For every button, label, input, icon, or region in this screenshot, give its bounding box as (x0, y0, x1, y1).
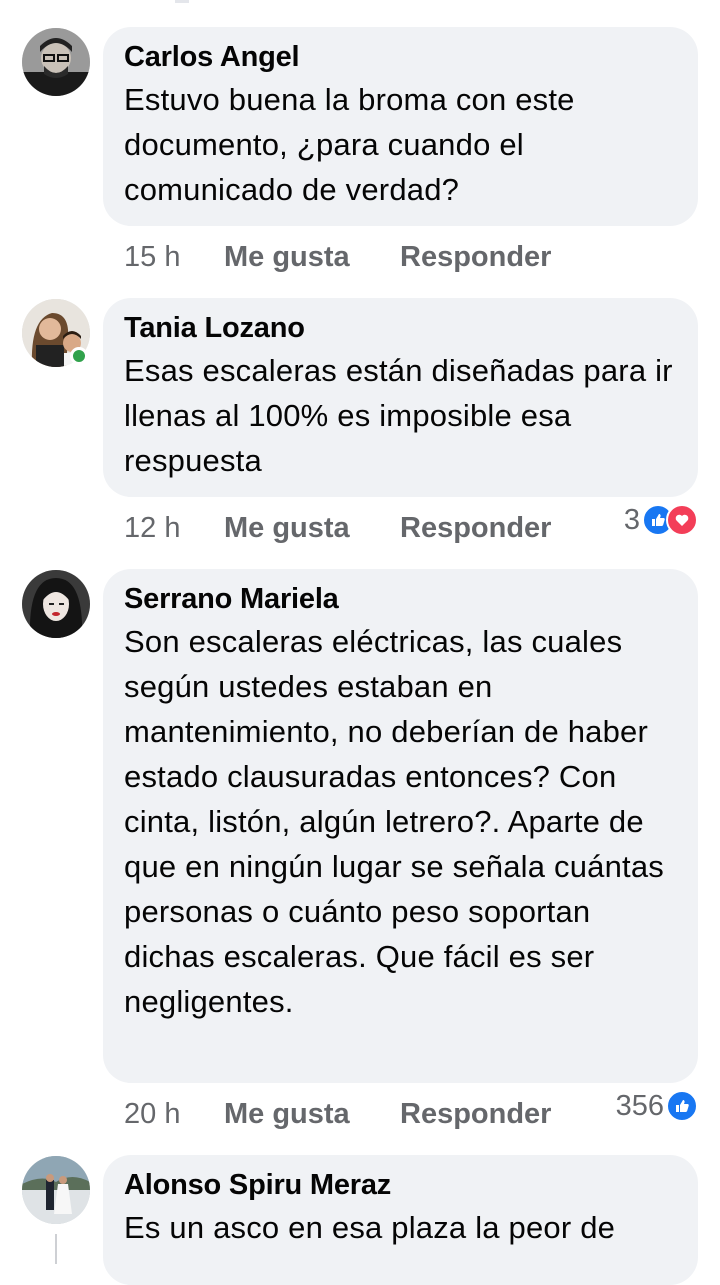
thread-connector-line (55, 1234, 57, 1264)
comment-bubble[interactable]: Carlos Angel Estuvo buena la broma con e… (103, 27, 698, 226)
scroll-indicator (175, 0, 189, 3)
like-button[interactable]: Me gusta (224, 1094, 350, 1134)
comment-time[interactable]: 15 h (124, 237, 180, 277)
avatar-image (22, 28, 90, 96)
love-icon (666, 504, 698, 536)
reaction-count: 356 (615, 1090, 664, 1122)
reaction-count: 3 (623, 504, 640, 536)
avatar-image (22, 570, 90, 638)
reply-button[interactable]: Responder (400, 237, 551, 277)
comment-text: Esas escaleras están diseñadas para ir l… (124, 353, 673, 478)
comment-author[interactable]: Serrano Mariela (124, 581, 676, 617)
comment-bubble[interactable]: Alonso Spiru Meraz Es un asco en esa pla… (103, 1155, 698, 1285)
comment-author[interactable]: Carlos Angel (124, 39, 676, 75)
comment-actions: 20 h Me gusta Responder 356 (124, 1090, 704, 1134)
comment-text: Es un asco en esa plaza la peor de (124, 1210, 616, 1245)
comment-bubble[interactable]: Serrano Mariela Son escaleras eléctricas… (103, 569, 698, 1083)
comment-text: Son escaleras eléctricas, las cuales seg… (124, 624, 664, 1019)
reaction-summary[interactable]: 356 (616, 1086, 698, 1126)
online-status-indicator (70, 347, 88, 365)
reply-button[interactable]: Responder (400, 1094, 551, 1134)
comment-actions: 12 h Me gusta Responder 3 (124, 504, 704, 548)
avatar[interactable] (22, 1156, 90, 1224)
like-icon (666, 1090, 698, 1122)
comment-time[interactable]: 20 h (124, 1094, 180, 1134)
comment-text: Estuvo buena la broma con este documento… (124, 82, 575, 207)
like-button[interactable]: Me gusta (224, 237, 350, 277)
avatar[interactable] (22, 570, 90, 638)
avatar-image (22, 1156, 90, 1224)
avatar[interactable] (22, 28, 90, 96)
comment-bubble[interactable]: Tania Lozano Esas escaleras están diseña… (103, 298, 698, 497)
comment-time[interactable]: 12 h (124, 508, 180, 548)
comment-actions: 15 h Me gusta Responder (124, 237, 704, 277)
comment-author[interactable]: Alonso Spiru Meraz (124, 1167, 676, 1203)
comment-author[interactable]: Tania Lozano (124, 310, 676, 346)
reaction-summary[interactable]: 3 (624, 500, 698, 540)
like-button[interactable]: Me gusta (224, 508, 350, 548)
reply-button[interactable]: Responder (400, 508, 551, 548)
